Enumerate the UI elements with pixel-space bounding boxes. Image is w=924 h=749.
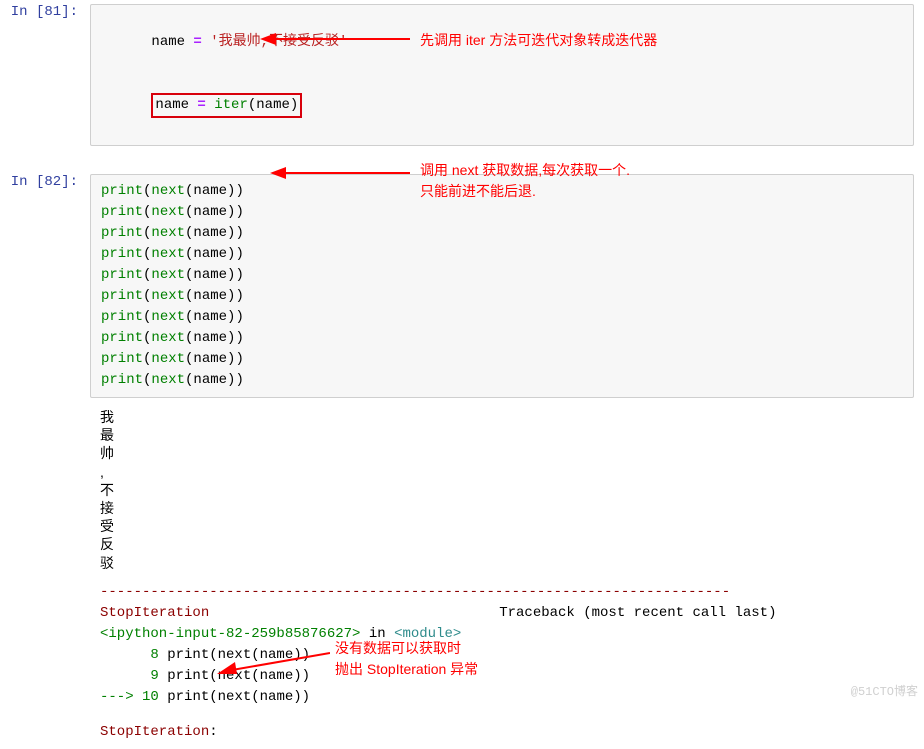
builtin-print: print [101,183,143,199]
error-name: StopIteration [100,605,209,621]
annotation-2-line2: 只能前进不能后退. [420,181,630,202]
traceback-line-10: ---> 10 print(next(name)) [100,687,904,708]
watermark: @51CTO博客 [851,682,918,699]
builtin-print: print [101,225,143,241]
output-char: 我 [100,408,904,426]
prompt-cell-1: In [81]: [0,4,90,146]
paren: ) [290,97,298,113]
code-line: print(next(name)) [101,370,903,391]
code-line: print(next(name)) [101,307,903,328]
code-cell-1[interactable]: name = '我最帅,不接受反驳' name = iter(name) [90,4,914,146]
output-char: 帅 [100,444,904,462]
output-char: 不 [100,481,904,499]
code-line: print(next(name)) [101,223,903,244]
output-char: 驳 [100,554,904,572]
variable-name: name [256,97,290,113]
code-context: print(next(name)) [167,668,310,684]
variable-name: name [151,34,185,50]
builtin-next: next [151,246,185,262]
ipython-input-marker: <ipython-input-82-259b85876627> [100,626,360,642]
builtin-next: next [151,288,185,304]
builtin-print: print [101,330,143,346]
operator-equals: = [185,34,210,50]
line-number: 8 [100,647,167,663]
traceback-line-8: 8 print(next(name)) [100,645,904,666]
output-char: 受 [100,517,904,535]
code-line: print(next(name)) [101,244,903,265]
operator-equals: = [189,97,214,113]
string-literal: '我最帅,不接受反驳' [210,34,347,50]
builtin-print: print [101,309,143,325]
annotation-3-line1: 没有数据可以获取时 [335,638,478,659]
builtin-next: next [151,267,185,283]
builtin-print: print [101,267,143,283]
error-name: StopIteration [100,724,209,740]
builtin-print: print [101,351,143,367]
line-number: 9 [100,668,167,684]
error-final: StopIteration: [100,722,904,743]
code-line: print(next(name)) [101,328,903,349]
arrow-marker: ---> [100,689,142,705]
builtin-next: next [151,330,185,346]
code-line: print(next(name)) [101,265,903,286]
traceback-source: <ipython-input-82-259b85876627> in <modu… [100,624,904,645]
code-cell-2[interactable]: print(next(name))print(next(name))print(… [90,174,914,398]
code-line: print(next(name)) [101,349,903,370]
traceback-line-9: 9 print(next(name)) [100,666,904,687]
output-char: 反 [100,535,904,553]
code-context: print(next(name)) [167,689,310,705]
traceback-label: Traceback (most recent call last) [499,605,776,621]
highlight-box: name = iter(name) [151,93,302,118]
builtin-next: next [151,183,185,199]
code-line-highlighted: name = iter(name) [101,74,903,139]
code-context: print(next(name)) [167,647,310,663]
annotation-3: 没有数据可以获取时 抛出 StopIteration 异常 [335,638,478,680]
output-prompt [0,402,90,749]
paren: ( [248,97,256,113]
annotation-1: 先调用 iter 方法可迭代对象转成迭代器 [420,30,657,51]
builtin-next: next [151,309,185,325]
builtin-print: print [101,204,143,220]
variable-name: name [155,97,189,113]
builtin-print: print [101,372,143,388]
error-colon: : [209,724,226,740]
builtin-next: next [151,351,185,367]
builtin-next: next [151,372,185,388]
output-char: 最 [100,426,904,444]
annotation-3-line2: 抛出 StopIteration 异常 [335,659,478,680]
annotation-2-line1: 调用 next 获取数据,每次获取一个. [420,160,630,181]
output-char: , [100,463,904,481]
builtin-next: next [151,204,185,220]
line-number: 10 [142,689,167,705]
traceback-header: StopIteration Traceback (most recent call… [100,603,904,624]
output-char: 接 [100,499,904,517]
code-line: print(next(name)) [101,286,903,307]
code-line: print(next(name)) [101,202,903,223]
builtin-print: print [101,246,143,262]
prompt-cell-2: In [82]: [0,174,90,398]
traceback-separator: ----------------------------------------… [100,582,904,603]
builtin-print: print [101,288,143,304]
output-area: 我最帅,不接受反驳 ------------------------------… [90,402,914,749]
builtin-next: next [151,225,185,241]
builtin-iter: iter [214,97,248,113]
annotation-2: 调用 next 获取数据,每次获取一个. 只能前进不能后退. [420,160,630,202]
